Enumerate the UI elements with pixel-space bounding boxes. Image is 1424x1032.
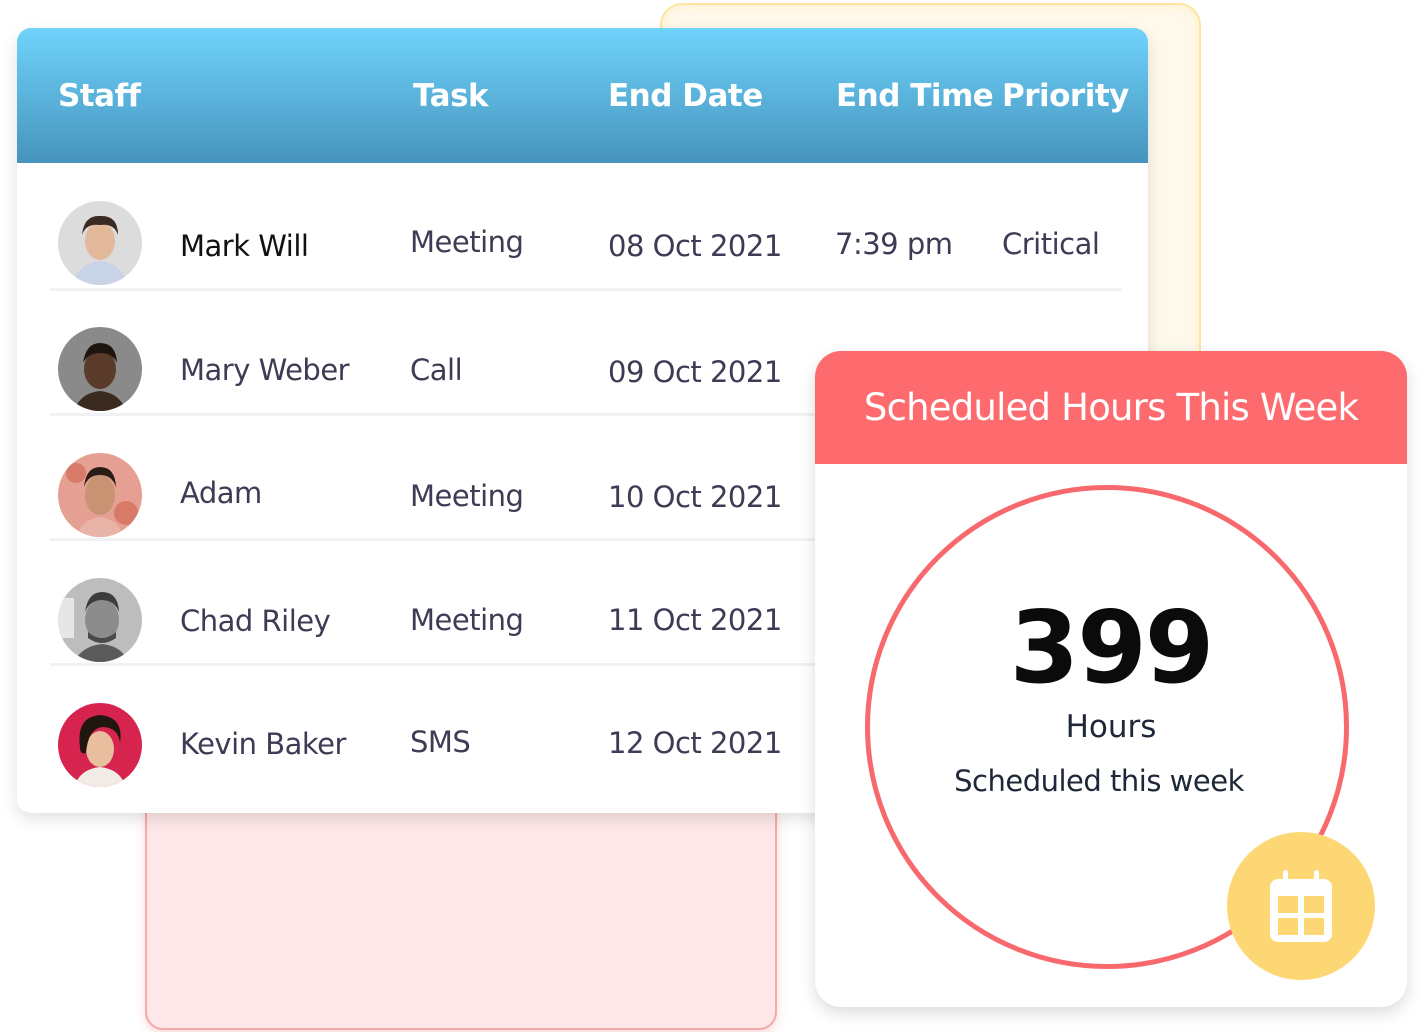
calendar-button[interactable] [1227, 832, 1375, 980]
avatar [58, 703, 142, 787]
calendar-icon [1270, 870, 1332, 942]
end-date: 10 Oct 2021 [608, 480, 782, 514]
staff-name: Mark Will [180, 229, 309, 263]
table-row[interactable]: Mark Will Meeting 08 Oct 2021 7:39 pm Cr… [50, 163, 1122, 291]
end-date: 12 Oct 2021 [608, 726, 782, 760]
end-date: 11 Oct 2021 [608, 603, 782, 637]
hours-value: 399 [1009, 589, 1215, 706]
task-name: SMS [410, 725, 471, 759]
column-header-end-date[interactable]: End Date [608, 78, 763, 114]
scheduled-hours-title: Scheduled Hours This Week [815, 351, 1407, 464]
table-header: Staff Task End Date End Time Priority [17, 28, 1148, 163]
end-date: 09 Oct 2021 [608, 355, 782, 389]
column-header-end-time[interactable]: End Time [836, 78, 994, 114]
scheduled-hours-card: Scheduled Hours This Week 399 Hours Sche… [815, 351, 1407, 1007]
avatar [58, 453, 142, 537]
end-date: 08 Oct 2021 [608, 229, 782, 263]
task-name: Call [410, 353, 463, 387]
avatar [58, 201, 142, 285]
task-name: Meeting [410, 225, 524, 259]
hours-sub-label: Scheduled this week [954, 764, 1244, 798]
staff-name: Kevin Baker [180, 727, 346, 761]
avatar [58, 578, 142, 662]
column-header-task[interactable]: Task [413, 78, 489, 114]
staff-name: Chad Riley [180, 604, 331, 638]
priority: Critical [1002, 227, 1100, 261]
staff-name: Adam [180, 476, 262, 510]
task-name: Meeting [410, 479, 524, 513]
column-header-staff[interactable]: Staff [58, 78, 141, 114]
hours-unit-label: Hours [1065, 709, 1157, 745]
avatar [58, 327, 142, 411]
column-header-priority[interactable]: Priority [1002, 78, 1129, 114]
staff-name: Mary Weber [180, 353, 350, 387]
task-name: Meeting [410, 603, 524, 637]
end-time: 7:39 pm [835, 227, 953, 261]
